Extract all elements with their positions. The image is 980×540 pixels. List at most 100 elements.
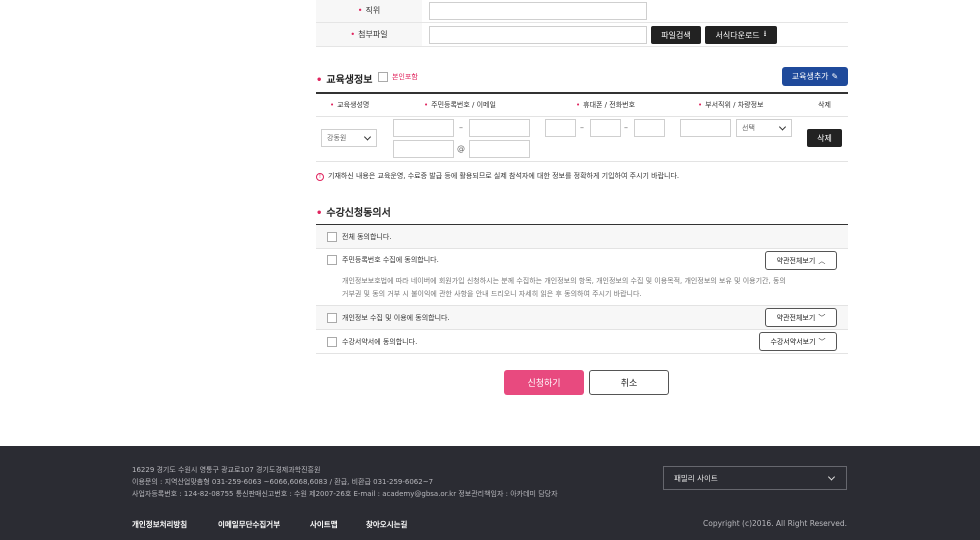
template-download-button[interactable]: 서식다운로드 ⭳ bbox=[705, 26, 777, 44]
file-search-label: 파일검색 bbox=[661, 30, 691, 40]
trainee-name-select[interactable]: 강동원 bbox=[321, 129, 377, 147]
agree-all-checkbox[interactable] bbox=[327, 232, 337, 242]
footer-link-directions[interactable]: 찾아오시는길 bbox=[366, 519, 407, 530]
privacy-view-label: 약관전체보기 bbox=[776, 313, 816, 322]
submit-button[interactable]: 신청하기 bbox=[504, 370, 584, 395]
warning-icon: ! bbox=[316, 173, 324, 181]
position-row: • 직위 bbox=[316, 0, 848, 23]
add-trainee-label: 교육생추가 bbox=[791, 72, 829, 81]
position-input[interactable] bbox=[429, 2, 647, 20]
pencil-icon: ✎ bbox=[831, 72, 839, 81]
footer-link-sitemap[interactable]: 사이트맵 bbox=[310, 519, 338, 530]
family-site-label: 패밀리 사이트 bbox=[674, 473, 718, 483]
copyright: Copyright (c)2016. All Right Reserved. bbox=[703, 519, 847, 528]
chevron-down-icon bbox=[778, 123, 787, 131]
notice-text: 기재하신 내용은 교육운영, 수료증 발급 등에 활용되므로 실제 참석자에 대… bbox=[328, 172, 680, 180]
agree-all-label: 전체 동의합니다. bbox=[342, 233, 392, 241]
col-rrn-email: • 주민등록번호 / 이메일 bbox=[424, 100, 496, 110]
pledge-agree-checkbox[interactable] bbox=[327, 337, 337, 347]
attach-input[interactable] bbox=[429, 26, 647, 44]
required-mark: • bbox=[698, 101, 703, 109]
rrn-view-label: 약관전체보기 bbox=[776, 256, 816, 265]
dash: – bbox=[459, 123, 463, 132]
download-icon: ⭳ bbox=[763, 29, 767, 38]
position-label-cell: • 직위 bbox=[316, 0, 422, 22]
footer-contact: 이용문의 : 지역산업맞춤형 031-259-6063 ~6066,6068,6… bbox=[132, 478, 434, 486]
rrn-view-terms-button[interactable]: 약관전체보기 ︿ bbox=[765, 251, 837, 270]
col-phone: • 휴대폰 / 전화번호 bbox=[576, 100, 635, 110]
bullet-icon: • bbox=[316, 75, 323, 86]
include-self-label: 본인포함 bbox=[392, 73, 418, 81]
submit-label: 신청하기 bbox=[527, 379, 561, 389]
dash: – bbox=[624, 123, 628, 132]
rrn-back-input[interactable] bbox=[469, 119, 530, 137]
dept-input[interactable] bbox=[680, 119, 731, 137]
include-self-checkbox[interactable] bbox=[378, 72, 388, 82]
delete-trainee-button[interactable]: 삭제 bbox=[807, 129, 842, 147]
footer-address: 16229 경기도 수원시 영통구 광교로107 경기도경제과학진흥원 bbox=[132, 466, 321, 474]
cancel-label: 취소 bbox=[620, 379, 638, 389]
phone-1-input[interactable] bbox=[545, 119, 576, 137]
header-divider bbox=[316, 116, 848, 117]
email-id-input[interactable] bbox=[393, 140, 454, 158]
attach-row: • 첨부파일 파일검색 서식다운로드 ⭳ bbox=[316, 23, 848, 47]
footer-business: 사업자등록번호 : 124-82-08755 통신판매신고번호 : 수원 제20… bbox=[132, 490, 558, 498]
position-label: 직위 bbox=[365, 6, 381, 15]
col-delete-label: 삭제 bbox=[818, 101, 831, 109]
rrn-desc-line-1: 개인정보보호법에 따라 네이버에 회원가입 신청하시는 분께 수집하는 개인정보… bbox=[342, 277, 786, 285]
vehicle-select[interactable]: 선택 bbox=[736, 119, 792, 137]
attach-label-cell: • 첨부파일 bbox=[316, 23, 422, 46]
chevron-down-icon bbox=[827, 473, 836, 481]
privacy-agree-label: 개인정보 수집 및 이용에 동의합니다. bbox=[342, 314, 450, 322]
rrn-agree-label: 주민등록번호 수집에 동의합니다. bbox=[342, 256, 439, 264]
trainee-notice: ! 기재하신 내용은 교육운영, 수료증 발급 등에 활용되므로 실제 참석자에 … bbox=[316, 171, 679, 181]
pledge-view-button[interactable]: 수강서약서보기 ﹀ bbox=[759, 332, 837, 351]
file-search-button[interactable]: 파일검색 bbox=[651, 26, 701, 44]
col-dept-label: 부서직위 / 차량정보 bbox=[705, 101, 764, 109]
footer-link-privacy[interactable]: 개인정보처리방침 bbox=[132, 519, 187, 530]
trainee-title: 교육생정보 bbox=[326, 75, 373, 86]
chevron-down-icon: ﹀ bbox=[818, 313, 826, 322]
template-download-label: 서식다운로드 bbox=[715, 30, 760, 40]
email-domain-input[interactable] bbox=[469, 140, 530, 158]
privacy-view-terms-button[interactable]: 약관전체보기 ﹀ bbox=[765, 308, 837, 327]
table-bottom-border bbox=[316, 161, 848, 162]
col-phone-label: 휴대폰 / 전화번호 bbox=[583, 101, 636, 109]
delete-label: 삭제 bbox=[817, 133, 832, 143]
bullet-icon: • bbox=[316, 208, 323, 219]
agree-all-row: 전체 동의합니다. bbox=[316, 225, 848, 249]
required-mark: • bbox=[357, 6, 363, 15]
rrn-front-input[interactable] bbox=[393, 119, 454, 137]
required-mark: • bbox=[350, 30, 356, 39]
footer-link-email-refusal[interactable]: 이메일무단수집거부 bbox=[218, 519, 280, 530]
email-at: @ bbox=[457, 144, 465, 153]
col-rrn-email-label: 주민등록번호 / 이메일 bbox=[431, 101, 496, 109]
phone-2-input[interactable] bbox=[590, 119, 621, 137]
consent-section-title: • 수강신청동의서 bbox=[316, 204, 391, 219]
table-top-border bbox=[316, 92, 848, 94]
col-delete: 삭제 bbox=[818, 100, 831, 110]
cancel-button[interactable]: 취소 bbox=[589, 370, 669, 395]
pledge-agree-label: 수강서약서에 동의합니다. bbox=[342, 338, 418, 346]
required-mark: • bbox=[424, 101, 429, 109]
consent-title: 수강신청동의서 bbox=[326, 208, 391, 219]
privacy-agree-row: 개인정보 수집 및 이용에 동의합니다. 약관전체보기 ﹀ bbox=[316, 306, 848, 330]
add-trainee-button[interactable]: 교육생추가 ✎ bbox=[782, 67, 848, 86]
phone-3-input[interactable] bbox=[634, 119, 665, 137]
footer: 16229 경기도 수원시 영통구 광교로107 경기도경제과학진흥원 이용문의… bbox=[0, 446, 980, 540]
chevron-down-icon: ﹀ bbox=[818, 337, 826, 346]
pledge-agree-row: 수강서약서에 동의합니다. 수강서약서보기 ﹀ bbox=[316, 330, 848, 354]
family-site-select[interactable]: 패밀리 사이트 bbox=[663, 466, 847, 490]
page: • 직위 • 첨부파일 파일검색 서식다운로드 ⭳ • 교육생정보 본인포함 교육… bbox=[0, 0, 980, 540]
chevron-up-icon: ︿ bbox=[818, 256, 826, 265]
rrn-description: 개인정보보호법에 따라 네이버에 회원가입 신청하시는 분께 수집하는 개인정보… bbox=[342, 275, 822, 301]
privacy-agree-checkbox[interactable] bbox=[327, 313, 337, 323]
vehicle-select-value: 선택 bbox=[742, 124, 755, 132]
dash: – bbox=[580, 123, 584, 132]
pledge-view-label: 수강서약서보기 bbox=[770, 337, 816, 346]
col-name-label: 교육생성명 bbox=[337, 101, 370, 109]
trainee-section-title: • 교육생정보 bbox=[316, 71, 372, 86]
chevron-down-icon bbox=[363, 133, 372, 141]
attach-label: 첨부파일 bbox=[358, 30, 388, 39]
rrn-agree-checkbox[interactable] bbox=[327, 255, 337, 265]
